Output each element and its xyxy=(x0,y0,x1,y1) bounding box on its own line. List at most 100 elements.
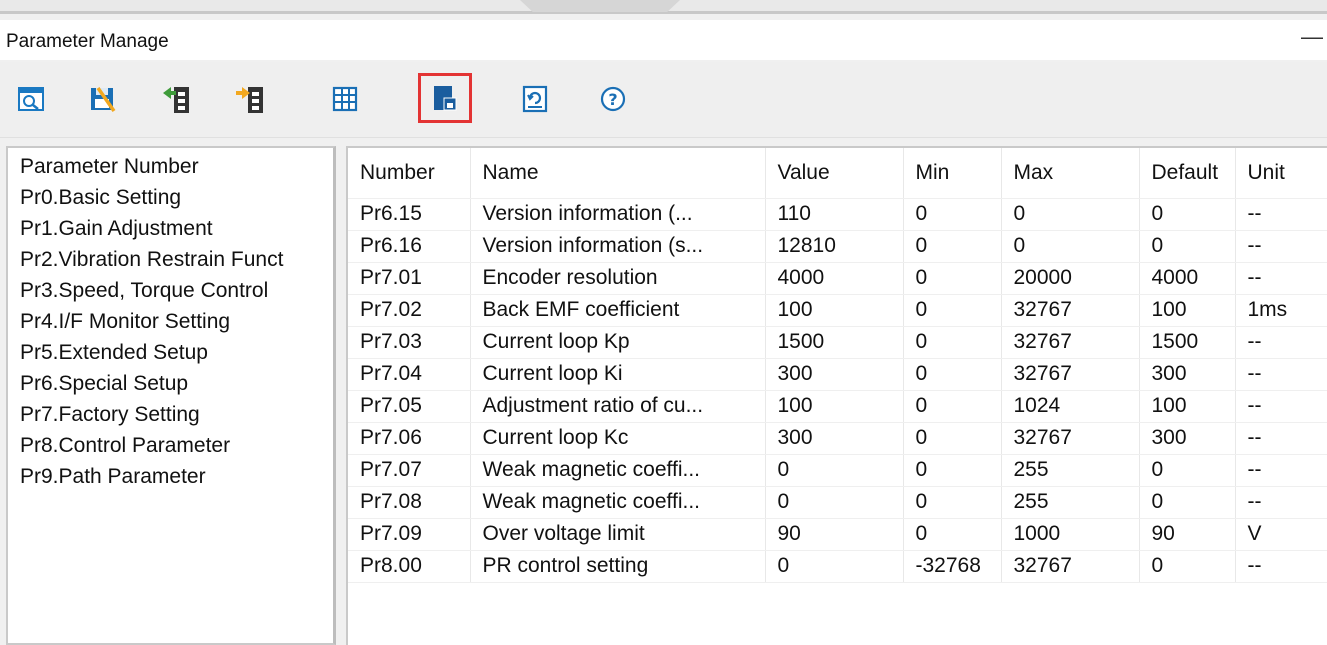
table-cell: Over voltage limit xyxy=(470,518,766,551)
tree-item[interactable]: Pr8.Control Parameter xyxy=(20,433,334,459)
toolbar: ? xyxy=(0,62,1327,138)
table-cell: 0 xyxy=(903,358,1002,391)
table-row[interactable]: Pr7.01 Encoder resolution 4000 0 20000 4000 -- xyxy=(348,262,1327,295)
table-cell: Current loop Ki xyxy=(470,358,766,391)
table-row[interactable]: Pr6.16 Version information (s... 12810 0 0 0-… xyxy=(348,230,1327,263)
table-cell: 20000 xyxy=(1001,262,1140,295)
table-cell: 300 xyxy=(1139,422,1236,455)
column-header[interactable]: Max xyxy=(1001,148,1140,199)
tree-item[interactable]: Pr7.Factory Setting xyxy=(20,402,334,428)
tree-item[interactable]: Pr3.Speed, Torque Control xyxy=(20,278,334,304)
table-row[interactable]: Pr7.07 Weak magnetic coeffi... 0 0 255 0 -- xyxy=(348,454,1327,487)
table-cell: 0 xyxy=(1139,486,1236,519)
save-file-icon xyxy=(91,87,116,112)
table-cell: -- xyxy=(1235,358,1327,391)
table-cell[interactable]: 0 xyxy=(765,454,904,487)
table-cell[interactable]: 0 xyxy=(765,550,904,583)
table-cell: 0 xyxy=(903,198,1002,231)
restore-default-icon xyxy=(522,85,548,113)
table-cell[interactable]: 0 xyxy=(765,486,904,519)
table-cell: -- xyxy=(1235,422,1327,455)
table-cell: 0 xyxy=(903,262,1002,295)
table-cell: 0 xyxy=(1139,550,1236,583)
table-cell: 4000 xyxy=(1139,262,1236,295)
column-header[interactable]: Default xyxy=(1139,148,1236,199)
table-cell[interactable]: 300 xyxy=(765,422,904,455)
tree-item[interactable]: Pr9.Path Parameter xyxy=(20,464,334,490)
table-cell: Current loop Kp xyxy=(470,326,766,359)
svg-text:?: ? xyxy=(608,90,617,109)
table-cell: Pr6.16 xyxy=(348,230,471,263)
minimize-button[interactable]: — xyxy=(1299,22,1325,52)
table-cell: 255 xyxy=(1001,486,1140,519)
table-cell: 1ms xyxy=(1235,294,1327,327)
column-header[interactable]: Number xyxy=(348,148,471,199)
table-cell: Version information (s... xyxy=(470,230,766,263)
open-file-button[interactable] xyxy=(8,76,54,122)
table-cell: Pr7.03 xyxy=(348,326,471,359)
table-cell: Weak magnetic coeffi... xyxy=(470,454,766,487)
tree-item[interactable]: Pr0.Basic Setting xyxy=(20,185,334,211)
tree-item[interactable]: Pr4.I/F Monitor Setting xyxy=(20,309,334,335)
table-cell: Pr7.04 xyxy=(348,358,471,391)
tree-root-parameter-number[interactable]: Parameter Number xyxy=(20,154,334,180)
table-row[interactable]: Pr7.03 Current loop Kp 1500 0 32767 1500 -- xyxy=(348,326,1327,359)
parameter-table-panel: Number Name Value Min Max Default Unit Pr6.15 V… xyxy=(346,146,1327,645)
table-cell: Pr7.06 xyxy=(348,422,471,455)
table-cell: -- xyxy=(1235,550,1327,583)
table-cell[interactable]: 1500 xyxy=(765,326,904,359)
tab-shape xyxy=(520,0,680,12)
column-header[interactable]: Name xyxy=(470,148,766,199)
table-cell: 0 xyxy=(903,454,1002,487)
table-cell: Adjustment ratio of cu... xyxy=(470,390,766,423)
table-cell[interactable]: 4000 xyxy=(765,262,904,295)
help-icon: ? xyxy=(600,86,626,112)
table-cell: 0 xyxy=(903,486,1002,519)
table-row[interactable]: Pr7.06 Current loop Kc 300 0 32767 300 -- xyxy=(348,422,1327,455)
table-cell[interactable]: 12810 xyxy=(765,230,904,263)
table-cell: 0 xyxy=(1001,198,1140,231)
table-cell[interactable]: 110 xyxy=(765,198,904,231)
table-cell[interactable]: 100 xyxy=(765,390,904,423)
table-cell: 0 xyxy=(903,230,1002,263)
table-cell: 1000 xyxy=(1001,518,1140,551)
download-from-drive-button[interactable] xyxy=(228,76,274,122)
tree-item[interactable]: Pr5.Extended Setup xyxy=(20,340,334,366)
table-row[interactable]: Pr6.15 Version information (... 110 0 0 0 -- xyxy=(348,198,1327,231)
table-row[interactable]: Pr7.08 Weak magnetic coeffi... 0 0 255 0 -- xyxy=(348,486,1327,519)
table-row[interactable]: Pr8.00 PR control setting 0 -32768 32767 0 -- xyxy=(348,550,1327,583)
help-button[interactable]: ? xyxy=(590,76,636,122)
table-cell: Weak magnetic coeffi... xyxy=(470,486,766,519)
table-row[interactable]: Pr7.02 Back EMF coefficient 100 0 32767 100 1m… xyxy=(348,294,1327,327)
table-row[interactable]: Pr7.05 Adjustment ratio of cu... 100 0 1024 1… xyxy=(348,390,1327,423)
table-cell: 32767 xyxy=(1001,294,1140,327)
table-cell: -- xyxy=(1235,326,1327,359)
table-cell: 0 xyxy=(1139,198,1236,231)
tree-item[interactable]: Pr1.Gain Adjustment xyxy=(20,216,334,242)
window-title: Parameter Manage xyxy=(6,31,169,52)
column-header[interactable]: Unit xyxy=(1235,148,1327,199)
save-to-eeprom-button[interactable] xyxy=(418,73,472,123)
tree-item[interactable]: Pr2.Vibration Restrain Funct xyxy=(20,247,334,273)
table-header-row: Number Name Value Min Max Default Unit xyxy=(348,148,1327,199)
table-cell: 1024 xyxy=(1001,390,1140,423)
column-header[interactable]: Value xyxy=(765,148,904,199)
table-cell[interactable]: 90 xyxy=(765,518,904,551)
compare-table-button[interactable] xyxy=(322,76,368,122)
parameter-tree: Parameter Number Pr0.Basic Setting Pr1.Gai… xyxy=(6,146,336,645)
parameter-table: Number Name Value Min Max Default Unit Pr6.15 V… xyxy=(348,148,1327,583)
table-cell: 32767 xyxy=(1001,550,1140,583)
upload-to-drive-button[interactable] xyxy=(154,76,200,122)
table-row[interactable]: Pr7.04 Current loop Ki 300 0 32767 300 -- xyxy=(348,358,1327,391)
table-cell: -- xyxy=(1235,486,1327,519)
save-to-eeprom-icon xyxy=(434,86,457,111)
restore-default-button[interactable] xyxy=(512,76,558,122)
table-cell: 32767 xyxy=(1001,422,1140,455)
table-row[interactable]: Pr7.09 Over voltage limit 90 0 1000 90 V xyxy=(348,518,1327,551)
tree-item[interactable]: Pr6.Special Setup xyxy=(20,371,334,397)
column-header[interactable]: Min xyxy=(903,148,1002,199)
table-cell[interactable]: 300 xyxy=(765,358,904,391)
table-cell[interactable]: 100 xyxy=(765,294,904,327)
table-cell: -32768 xyxy=(903,550,1002,583)
save-file-button[interactable] xyxy=(80,76,126,122)
